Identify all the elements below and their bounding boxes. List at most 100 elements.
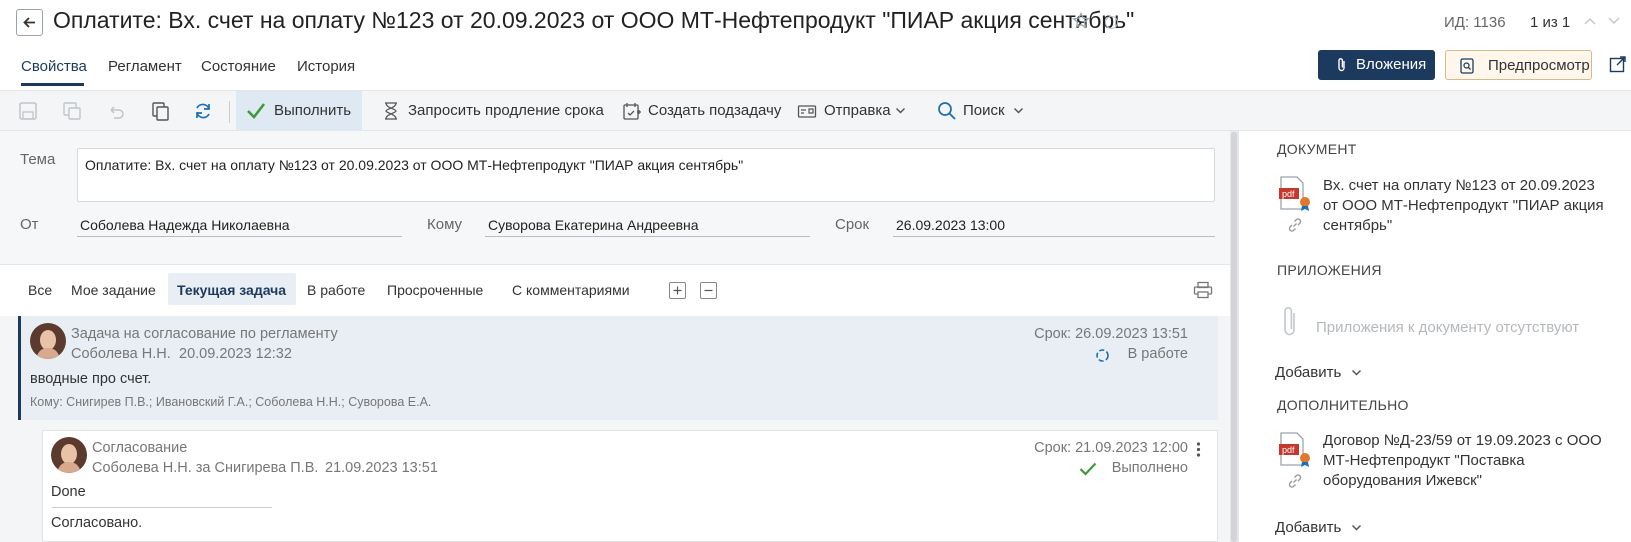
subject-value: Оплатите: Вх. счет на оплату №123 от 20.… bbox=[85, 157, 744, 173]
due-label: Срок bbox=[835, 216, 870, 233]
request-extension-button[interactable]: Запросить продление срока bbox=[408, 102, 604, 119]
save-close-icon[interactable] bbox=[62, 101, 82, 121]
in-progress-icon bbox=[1096, 349, 1109, 362]
header: Оплатите: Вх. счет на оплату №123 от 20.… bbox=[0, 0, 1631, 90]
task-author: Соболева Н.Н. за Снигирева П.В. bbox=[92, 460, 319, 476]
more-vertical-icon[interactable] bbox=[1196, 442, 1201, 457]
plus-icon bbox=[673, 286, 682, 295]
filter-all[interactable]: Все bbox=[28, 282, 52, 298]
task-list: Задача на согласование по регламенту Соб… bbox=[0, 316, 1230, 542]
toolbar-divider bbox=[229, 101, 230, 123]
scrollbar-thumb[interactable] bbox=[1231, 132, 1237, 542]
hourglass-icon bbox=[385, 102, 397, 120]
task-form: Тема Оплатите: Вх. счет на оплату №123 о… bbox=[0, 131, 1230, 264]
tab-history[interactable]: История bbox=[297, 58, 355, 75]
add-attachment-label: Добавить bbox=[1275, 364, 1342, 381]
task-filter-bar: Все Мое задание Текущая задача В работе … bbox=[0, 264, 1230, 316]
task-due: Срок: 26.09.2023 13:51 bbox=[1034, 326, 1188, 342]
star-icon[interactable] bbox=[1072, 12, 1090, 30]
from-label: От bbox=[20, 216, 39, 233]
chevron-down-icon bbox=[1013, 107, 1024, 114]
attachments-button[interactable]: Вложения bbox=[1318, 50, 1435, 80]
page-title: Оплатите: Вх. счет на оплату №123 от 20.… bbox=[53, 7, 1135, 33]
expand-all-button[interactable] bbox=[669, 282, 686, 299]
from-value[interactable]: Соболева Надежда Николаевна bbox=[80, 217, 290, 233]
task-date: 20.09.2023 12:32 bbox=[179, 346, 292, 362]
tab-regulation[interactable]: Регламент bbox=[108, 58, 182, 75]
subject-field[interactable]: Оплатите: Вх. счет на оплату №123 от 20.… bbox=[77, 148, 1215, 202]
subtask-card[interactable]: Согласование Соболева Н.Н. за Снигирева … bbox=[42, 430, 1218, 542]
task-recipients: Кому: Снигирев П.В.; Ивановский Г.А.; Со… bbox=[30, 395, 432, 409]
execute-button[interactable]: Выполнить bbox=[236, 91, 362, 131]
back-button[interactable] bbox=[16, 9, 43, 36]
pdf-file-icon: pdf bbox=[1279, 432, 1310, 467]
record-id: ИД: 1136 bbox=[1444, 14, 1506, 31]
link-icon[interactable] bbox=[1287, 473, 1303, 489]
chevron-down-icon bbox=[1352, 370, 1362, 376]
minus-icon bbox=[704, 289, 713, 292]
task-author: Соболева Н.Н. bbox=[71, 346, 171, 362]
document-sidebar: ДОКУМЕНТ pdf Вх. счет на оплату №123 от … bbox=[1238, 131, 1631, 542]
to-label: Кому bbox=[427, 216, 463, 233]
document-section-header: ДОКУМЕНТ bbox=[1277, 141, 1357, 157]
preview-button[interactable]: Предпросмотр bbox=[1445, 50, 1592, 80]
execute-button-label: Выполнить bbox=[274, 102, 352, 119]
task-card[interactable]: Задача на согласование по регламенту Соб… bbox=[18, 316, 1218, 420]
task-title: Согласование bbox=[92, 440, 188, 456]
chevron-up-icon[interactable] bbox=[1583, 16, 1597, 26]
refresh-icon[interactable] bbox=[193, 101, 213, 121]
svg-text:pdf: pdf bbox=[1282, 189, 1295, 199]
save-icon[interactable] bbox=[18, 101, 38, 121]
additional-document-link[interactable]: Договор №Д-23/59 от 19.09.2023 с ООО МТ-… bbox=[1323, 431, 1613, 491]
svg-text:pdf: pdf bbox=[1282, 445, 1295, 455]
task-title: Задача на согласование по регламенту bbox=[71, 326, 338, 342]
preview-doc-icon bbox=[1460, 58, 1474, 74]
from-underline bbox=[77, 236, 402, 237]
attachments-section-header: ПРИЛОЖЕНИЯ bbox=[1277, 262, 1382, 278]
send-menu-button[interactable]: Отправка bbox=[824, 102, 891, 119]
avatar bbox=[51, 437, 87, 473]
create-subtask-button[interactable]: Создать подзадачу bbox=[648, 102, 781, 119]
add-additional-button[interactable]: Добавить bbox=[1275, 519, 1362, 536]
tab-active-indicator bbox=[21, 83, 84, 86]
additional-section-header: ДОПОЛНИТЕЛЬНО bbox=[1277, 397, 1409, 413]
checkmark-icon bbox=[247, 103, 266, 119]
undo-icon[interactable] bbox=[106, 101, 126, 121]
avatar bbox=[30, 323, 66, 359]
chevron-down-icon bbox=[1352, 525, 1362, 531]
divider bbox=[52, 507, 272, 508]
task-result: Done bbox=[51, 484, 86, 500]
filter-current-task[interactable]: Текущая задача bbox=[177, 282, 286, 298]
open-external-icon[interactable] bbox=[1609, 55, 1627, 73]
task-date: 21.09.2023 13:51 bbox=[325, 460, 438, 476]
document-link[interactable]: Вх. счет на оплату №123 от 20.09.2023 от… bbox=[1323, 176, 1613, 236]
attachments-empty-message: Приложения к документу отсутствуют bbox=[1316, 319, 1580, 336]
subject-label: Тема bbox=[20, 151, 56, 168]
task-due: Срок: 21.09.2023 12:00 bbox=[1034, 440, 1188, 456]
search-icon bbox=[938, 102, 956, 120]
preview-button-label: Предпросмотр bbox=[1488, 57, 1590, 74]
filter-overdue[interactable]: Просроченные bbox=[387, 282, 483, 298]
attachments-button-label: Вложения bbox=[1356, 56, 1427, 73]
filter-my-task[interactable]: Мое задание bbox=[71, 282, 156, 298]
status-circle-icon[interactable] bbox=[1105, 16, 1118, 29]
to-value[interactable]: Суворова Екатерина Андреевна bbox=[488, 217, 699, 233]
pdf-file-icon: pdf bbox=[1279, 176, 1310, 211]
chevron-down-icon bbox=[895, 107, 906, 114]
toolbar: Выполнить Запросить продление срока Созд… bbox=[0, 90, 1631, 131]
tab-properties[interactable]: Свойства bbox=[21, 58, 87, 75]
copy-icon[interactable] bbox=[150, 101, 170, 121]
task-comment: Согласовано. bbox=[51, 515, 143, 531]
add-attachment-button[interactable]: Добавить bbox=[1275, 364, 1362, 381]
chevron-down-icon[interactable] bbox=[1607, 16, 1621, 26]
link-icon[interactable] bbox=[1287, 217, 1303, 233]
tab-state[interactable]: Состояние bbox=[201, 58, 276, 75]
print-icon[interactable] bbox=[1193, 281, 1213, 299]
collapse-all-button[interactable] bbox=[700, 282, 717, 299]
add-additional-label: Добавить bbox=[1275, 519, 1342, 536]
search-menu-button[interactable]: Поиск bbox=[963, 102, 1005, 119]
checkmark-icon bbox=[1079, 462, 1097, 476]
filter-in-progress[interactable]: В работе bbox=[307, 282, 365, 298]
filter-with-comments[interactable]: С комментариями bbox=[512, 282, 630, 298]
due-value[interactable]: 26.09.2023 13:00 bbox=[896, 217, 1005, 233]
